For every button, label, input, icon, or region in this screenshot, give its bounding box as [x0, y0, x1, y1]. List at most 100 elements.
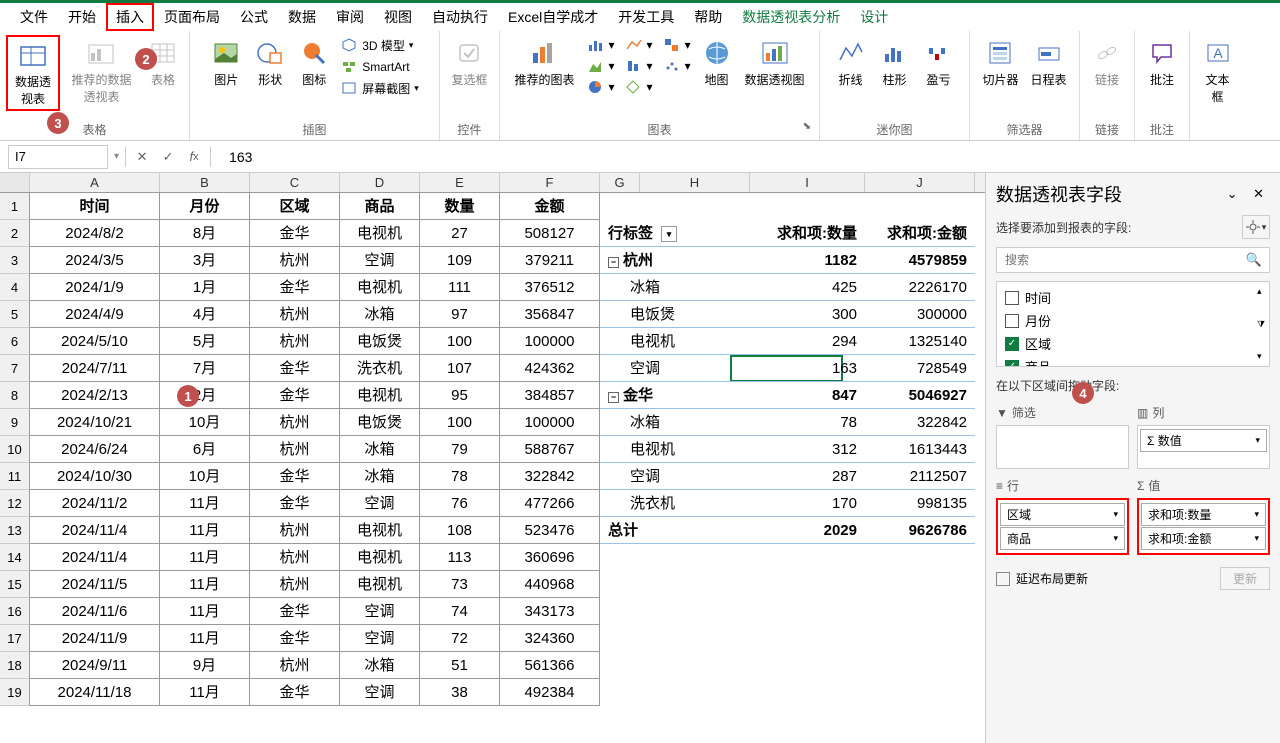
table-cell[interactable]: 金华 [250, 220, 340, 247]
table-cell[interactable]: 电视机 [340, 274, 420, 301]
table-cell[interactable]: 2024/6/24 [30, 436, 160, 463]
row-header[interactable]: 6 [0, 328, 30, 355]
table-cell[interactable]: 10月 [160, 409, 250, 436]
col-header[interactable]: G [600, 173, 640, 192]
table-cell[interactable]: 324360 [500, 625, 600, 652]
formula-value[interactable]: 163 [217, 149, 264, 165]
pivot-cell[interactable]: 300 [750, 301, 865, 328]
pivot-row-label[interactable]: −金华 [600, 382, 750, 409]
filter-dd-icon[interactable]: ▾ [661, 226, 677, 242]
tab-6[interactable]: 审阅 [326, 3, 374, 31]
table-cell[interactable]: 2024/11/2 [30, 490, 160, 517]
table-cell[interactable]: 492384 [500, 679, 600, 706]
table-cell[interactable]: 51 [420, 652, 500, 679]
table-cell[interactable]: 384857 [500, 382, 600, 409]
table-cell[interactable]: 561366 [500, 652, 600, 679]
pivot-cell[interactable]: 294 [750, 328, 865, 355]
table-cell[interactable]: 2024/10/30 [30, 463, 160, 490]
tab-10[interactable]: 开发工具 [608, 3, 684, 31]
table-header-cell[interactable]: 金额 [500, 193, 600, 220]
row-header[interactable]: 5 [0, 301, 30, 328]
pivot-header[interactable]: 行标签▾ [600, 220, 750, 247]
table-cell[interactable]: 电视机 [340, 544, 420, 571]
pivot-cell[interactable]: 300000 [865, 301, 975, 328]
table-cell[interactable]: 金华 [250, 490, 340, 517]
tab-0[interactable]: 文件 [10, 3, 58, 31]
table-cell[interactable]: 11月 [160, 490, 250, 517]
pivot-header[interactable]: 求和项:数量 [750, 220, 865, 247]
row-header[interactable]: 15 [0, 571, 30, 598]
pivot-row-label[interactable]: 总计 [600, 517, 750, 544]
row-header[interactable]: 12 [0, 490, 30, 517]
scroll-up-icon[interactable]: ▴ [1257, 286, 1267, 297]
row-header[interactable]: 10 [0, 436, 30, 463]
table-cell[interactable]: 电视机 [340, 571, 420, 598]
pivot-cell[interactable]: 322842 [865, 409, 975, 436]
update-button[interactable]: 更新 [1220, 567, 1270, 590]
icons-button[interactable]: 图标 [294, 35, 334, 90]
row-header[interactable]: 16 [0, 598, 30, 625]
table-cell[interactable]: 2024/8/2 [30, 220, 160, 247]
table-cell[interactable]: 洗衣机 [340, 355, 420, 382]
pivot-cell[interactable]: 1613443 [865, 436, 975, 463]
table-cell[interactable]: 空调 [340, 679, 420, 706]
table-cell[interactable]: 73 [420, 571, 500, 598]
table-cell[interactable]: 95 [420, 382, 500, 409]
table-cell[interactable]: 588767 [500, 436, 600, 463]
table-cell[interactable]: 379211 [500, 247, 600, 274]
row-header[interactable]: 3 [0, 247, 30, 274]
table-cell[interactable]: 9月 [160, 652, 250, 679]
row-header[interactable]: 13 [0, 517, 30, 544]
table-cell[interactable]: 5月 [160, 328, 250, 355]
collapse-icon[interactable]: − [608, 257, 619, 268]
field-checkbox[interactable] [1005, 314, 1019, 328]
table-cell[interactable]: 2024/11/4 [30, 517, 160, 544]
table-cell[interactable]: 11月 [160, 598, 250, 625]
table-cell[interactable]: 2月 [160, 382, 250, 409]
table-cell[interactable]: 杭州 [250, 409, 340, 436]
pane-collapse-icon[interactable]: ⌄ [1221, 186, 1244, 201]
table-cell[interactable]: 2024/4/9 [30, 301, 160, 328]
pivot-cell[interactable]: 425 [750, 274, 865, 301]
values-zone[interactable]: 求和项:数量▾求和项:金额▾ [1137, 498, 1270, 555]
table-cell[interactable]: 空调 [340, 598, 420, 625]
pivot-row-label[interactable]: 冰箱 [600, 274, 750, 301]
table-cell[interactable]: 79 [420, 436, 500, 463]
pivot-cell[interactable]: 2226170 [865, 274, 975, 301]
table-cell[interactable]: 空调 [340, 247, 420, 274]
field-checkbox[interactable] [1005, 291, 1019, 305]
table-cell[interactable]: 金华 [250, 463, 340, 490]
table-cell[interactable]: 343173 [500, 598, 600, 625]
pivot-cell[interactable]: 847 [750, 382, 865, 409]
tab-5[interactable]: 数据 [278, 3, 326, 31]
table-cell[interactable]: 11月 [160, 679, 250, 706]
val-chip[interactable]: 求和项:数量▾ [1141, 503, 1266, 526]
col-header[interactable]: J [865, 173, 975, 192]
row-header[interactable]: 1 [0, 193, 30, 220]
col-header[interactable]: C [250, 173, 340, 192]
recommended-pivot-button[interactable]: 推荐的数据透视表 [64, 35, 139, 107]
table-cell[interactable]: 1月 [160, 274, 250, 301]
table-cell[interactable]: 27 [420, 220, 500, 247]
table-cell[interactable]: 322842 [500, 463, 600, 490]
table-header-cell[interactable]: 区域 [250, 193, 340, 220]
val-chip[interactable]: 求和项:金额▾ [1141, 527, 1266, 550]
pivot-row-label[interactable]: −杭州 [600, 247, 750, 274]
table-header-cell[interactable]: 时间 [30, 193, 160, 220]
table-cell[interactable]: 空调 [340, 625, 420, 652]
name-dd-icon[interactable]: ▾ [114, 151, 119, 162]
field-item[interactable]: ✓区域 [1001, 332, 1265, 355]
table-cell[interactable]: 111 [420, 274, 500, 301]
pivot-cell[interactable]: 998135 [865, 490, 975, 517]
table-cell[interactable]: 杭州 [250, 247, 340, 274]
table-cell[interactable]: 杭州 [250, 544, 340, 571]
table-cell[interactable]: 2024/11/9 [30, 625, 160, 652]
pivot-row-label[interactable]: 电视机 [600, 328, 750, 355]
pivot-cell[interactable]: 5046927 [865, 382, 975, 409]
table-cell[interactable]: 空调 [340, 490, 420, 517]
map-button[interactable]: 地图 [697, 35, 737, 90]
sparkline-winloss-button[interactable]: 盈亏 [919, 35, 959, 90]
table-cell[interactable]: 2024/7/11 [30, 355, 160, 382]
comment-button[interactable]: 批注 [1142, 35, 1182, 90]
row-chip[interactable]: 区域▾ [1000, 503, 1125, 526]
